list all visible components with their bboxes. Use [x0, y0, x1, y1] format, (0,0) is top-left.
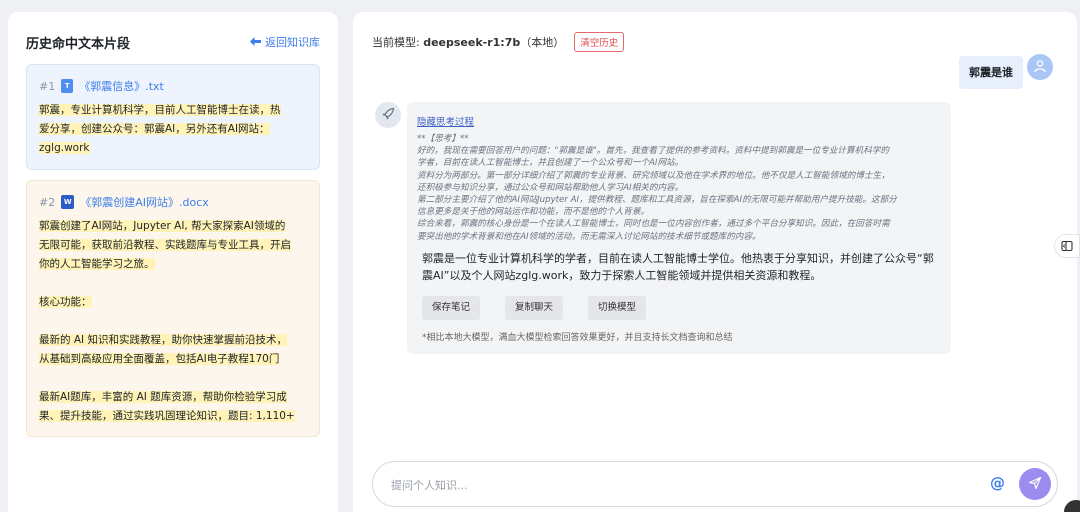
- snippet-card[interactable]: #1 T 《郭震信息》.txt 郭震，专业计算机科学，目前人工智能博士在读，热 …: [26, 64, 320, 170]
- back-to-kb-link[interactable]: 返回知识库: [250, 34, 320, 50]
- answer-line: 郭震是一位专业计算机科学的学者，目前在读人工智能博士学位。他热衷于分享知识，并创…: [422, 251, 934, 265]
- snippet-line: 你的人工智能学习之旅。: [39, 258, 155, 270]
- snippet-filename[interactable]: 《郭震信息》.txt: [79, 78, 164, 94]
- history-title: 历史命中文本片段: [26, 36, 131, 52]
- switch-model-button[interactable]: 切换模型: [588, 295, 647, 320]
- thinking-line: 要突出他的学术背景和他在AI领域的活动，而无需深入讨论网站的技术细节或题库的内容…: [417, 231, 761, 242]
- clear-history-button[interactable]: 清空历史: [574, 32, 625, 52]
- snippet-number: #1: [39, 79, 56, 93]
- answer-line: 震AI”以及个人网站zglg.work，致力于探索人工智能领域并提供相关资源和教…: [422, 268, 822, 282]
- snippet-text: 郭震，专业计算机科学，目前人工智能博士在读，热 爱分享，创建公众号：郭震AI，另…: [39, 101, 307, 158]
- rocket-icon: [381, 106, 395, 125]
- copy-chat-button[interactable]: 复制聊天: [505, 295, 564, 320]
- word-file-icon: W: [61, 195, 75, 209]
- snippet-filename[interactable]: 《郭震创建AI网站》.docx: [80, 194, 209, 210]
- snippet-head: #2 W 《郭震创建AI网站》.docx: [39, 193, 307, 211]
- snippet-line: zglg.work: [39, 142, 90, 154]
- chat-panel: 当前模型: deepseek-r1:7b（本地） 清空历史 郭震是谁 隐藏思考过…: [353, 12, 1077, 512]
- snippet-number: #2: [39, 195, 56, 209]
- snippet-card[interactable]: #2 W 《郭震创建AI网站》.docx 郭震创建了AI网站，Jupyter A…: [26, 180, 320, 437]
- history-panel: 历史命中文本片段 返回知识库 #1 T 《郭震信息》.txt 郭震，专业计算机科…: [8, 12, 338, 512]
- snippet-line: 果、提升技能，通过实践巩固理论知识，题目: 1,110+: [39, 410, 295, 422]
- toggle-thinking-link[interactable]: 隐藏思考过程: [417, 114, 941, 128]
- snippet-line: 最新的 AI 知识和实践教程，助你快速掌握前沿技术，: [39, 334, 287, 346]
- snippet-line: 无限可能，获取前沿教程、实践题库与专业工具，开启: [39, 239, 291, 251]
- txt-file-icon: T: [61, 79, 74, 93]
- bot-avatar: [375, 102, 401, 128]
- back-to-kb-label: 返回知识库: [265, 36, 320, 49]
- sidebar-toggle-button[interactable]: [1054, 234, 1080, 258]
- answer-text: 郭震是一位专业计算机科学的学者，目前在读人工智能博士学位。他热衷于分享知识，并创…: [417, 250, 941, 284]
- thinking-line: 第二部分主要介绍了他的AI网站Jupyter AI，提供教程、题库和工具资源，旨…: [417, 195, 897, 206]
- model-bar: 当前模型: deepseek-r1:7b（本地） 清空历史: [372, 32, 625, 52]
- question-input[interactable]: [391, 474, 951, 496]
- snippet-text: 郭震创建了AI网站，Jupyter AI, 帮大家探索AI领域的 无限可能，获取…: [39, 217, 307, 426]
- model-suffix: （本地）: [520, 36, 565, 49]
- user-avatar: [1027, 54, 1053, 80]
- snippet-line: 从基础到高级应用全面覆盖，包括AI电子教程170门: [39, 353, 280, 365]
- thinking-line: 资料分为两部分。第一部分详细介绍了郭震的专业背景、研究领域以及他在学术界的地位。…: [417, 170, 890, 181]
- current-model: 当前模型: deepseek-r1:7b（本地）: [372, 34, 564, 50]
- model-name: deepseek-r1:7b: [423, 36, 521, 49]
- thinking-line: 学者，目前在读人工智能博士，并且创建了一个公众号和一个AI网站。: [417, 158, 684, 169]
- user-icon: [1033, 58, 1047, 77]
- snippet-line: 最新AI题库，丰富的 AI 题库资源，帮助你检验学习成: [39, 391, 287, 403]
- send-icon: [1028, 475, 1042, 494]
- thinking-line: **【思考】**: [417, 134, 469, 144]
- snippet-line: 核心功能：: [39, 296, 92, 308]
- thinking-line: 好的，我现在需要回答用户的问题："郭震是谁"。首先，我查看了提供的参考资料。资料…: [417, 146, 889, 157]
- thinking-line: 还积极参与知识分享，通过公众号和网站帮助他人学习AI相关的内容。: [417, 182, 684, 193]
- save-note-button[interactable]: 保存笔记: [422, 295, 481, 320]
- history-header: 历史命中文本片段 返回知识库: [26, 32, 320, 52]
- thinking-line: 信息更多是关于他的网站运作和功能，而不是他的个人背景。: [417, 207, 650, 218]
- snippet-head: #1 T 《郭震信息》.txt: [39, 77, 307, 95]
- bot-message: 隐藏思考过程 **【思考】** 好的，我现在需要回答用户的问题："郭震是谁"。首…: [407, 102, 951, 354]
- mention-at-icon[interactable]: @: [990, 474, 1005, 492]
- sidebar-toggle-icon: [1061, 237, 1073, 256]
- footnote: *相比本地大模型，满血大模型检索回答效果更好，并且支持长文档查询和总结: [422, 332, 733, 343]
- snippet-line: 郭震创建了AI网站，Jupyter AI, 帮大家探索AI领域的: [39, 220, 286, 232]
- thinking-line: 综合来看，郭震的核心身份是一个在读人工智能博士，同时也是一位内容创作者，通过多个…: [417, 219, 890, 230]
- snippet-line: 爱分享，创建公众号：郭震AI，另外还有AI网站：: [39, 123, 270, 135]
- question-input-box[interactable]: @: [372, 461, 1058, 507]
- thinking-text: **【思考】** 好的，我现在需要回答用户的问题："郭震是谁"。首先，我查看了提…: [417, 133, 941, 243]
- arrow-left-icon: [250, 35, 261, 49]
- send-button[interactable]: [1019, 468, 1051, 500]
- model-prefix: 当前模型:: [372, 36, 424, 49]
- user-message: 郭震是谁: [959, 56, 1023, 89]
- snippet-line: 郭震，专业计算机科学，目前人工智能博士在读，热: [39, 104, 281, 116]
- message-actions: 保存笔记 复制聊天 切换模型: [417, 295, 941, 320]
